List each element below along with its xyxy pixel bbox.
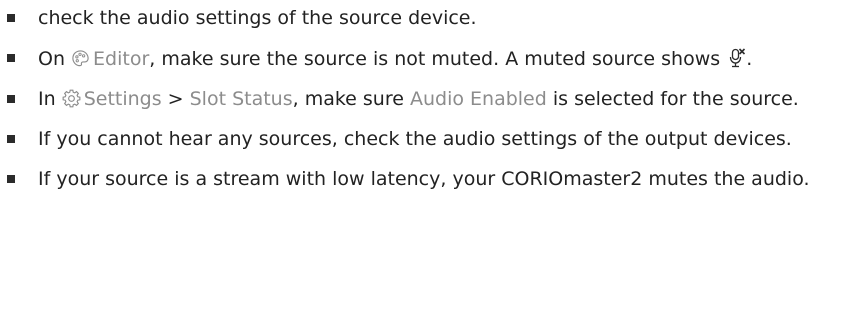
list-item: If you cannot hear any sources, check th…: [0, 129, 838, 150]
item-text-mid: , make sure the source is not muted. A m…: [149, 48, 727, 70]
breadcrumb-separator: >: [161, 88, 190, 110]
bullet-list: check the audio settings of the source d…: [0, 0, 859, 190]
item-text: If you cannot hear any sources, check th…: [38, 128, 792, 150]
list-item: On Editor, make sure the source is not m…: [0, 48, 838, 70]
item-text: check the audio settings of the source d…: [38, 7, 477, 29]
bullet-marker: [7, 175, 15, 183]
list-item: In Settings > Slot Status, make sure Aud…: [0, 89, 838, 110]
item-text-post: .: [746, 48, 753, 70]
settings-link[interactable]: Settings: [84, 88, 162, 110]
item-text-mid: , make sure: [292, 88, 410, 110]
bullet-marker: [7, 95, 15, 103]
item-text-post: is selected for the source.: [546, 88, 799, 110]
bullet-marker: [7, 54, 15, 62]
item-text-pre: On: [38, 48, 72, 70]
editor-link[interactable]: Editor: [93, 48, 149, 70]
slot-status-link[interactable]: Slot Status: [190, 88, 293, 110]
bullet-marker: [7, 135, 15, 143]
microphone-muted-icon: [728, 48, 746, 68]
palette-icon: [71, 49, 90, 68]
audio-enabled-option[interactable]: Audio Enabled: [410, 88, 547, 110]
item-text-pre: In: [38, 88, 62, 110]
list-item: check the audio settings of the source d…: [0, 8, 838, 29]
bullet-marker: [7, 14, 15, 22]
gear-icon: [62, 89, 81, 108]
item-text: If your source is a stream with low late…: [38, 168, 810, 190]
list-item: If your source is a stream with low late…: [0, 169, 838, 190]
